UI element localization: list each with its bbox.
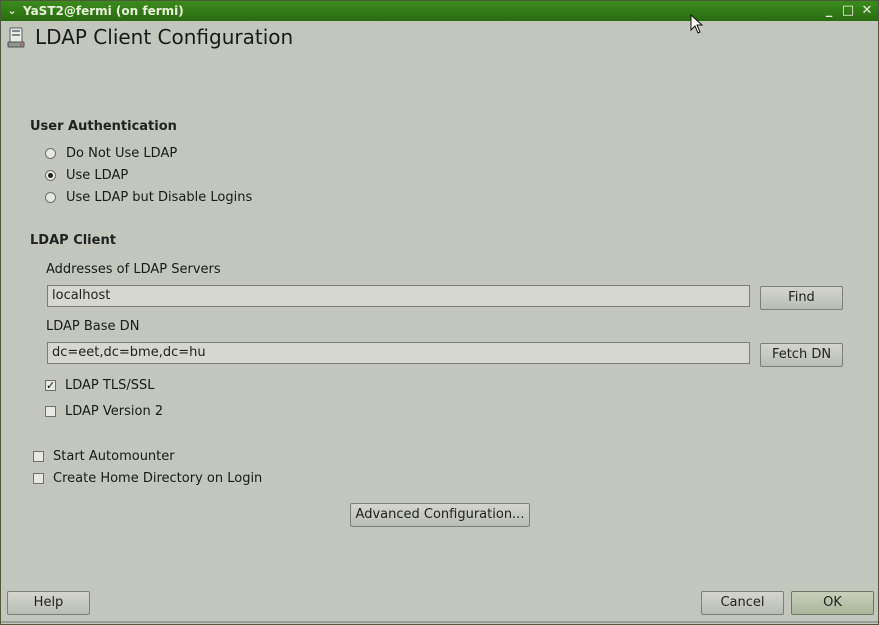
yast-window: ⌄ YaST2@fermi (on fermi) _ □ ✕ LDAP Clie… <box>0 0 879 625</box>
ldap-servers-label: Addresses of LDAP Servers <box>46 262 221 277</box>
maximize-icon[interactable]: □ <box>840 3 856 19</box>
radio-label: Use LDAP <box>66 168 129 183</box>
mouse-cursor-icon <box>690 14 704 34</box>
ldap-base-dn-label: LDAP Base DN <box>46 319 140 334</box>
user-authentication-heading: User Authentication <box>30 119 177 134</box>
window-menu-icon[interactable]: ⌄ <box>5 1 19 21</box>
checkbox-indicator[interactable] <box>45 406 56 417</box>
checkbox-label: Start Automounter <box>53 449 175 464</box>
help-button[interactable]: Help <box>7 591 90 615</box>
radio-indicator[interactable] <box>45 192 56 203</box>
close-icon[interactable]: ✕ <box>859 3 875 19</box>
checkbox-label: LDAP TLS/SSL <box>65 378 155 393</box>
minimize-icon[interactable]: _ <box>821 3 837 19</box>
radio-indicator[interactable] <box>45 170 56 181</box>
window-bottom-edge <box>1 621 878 623</box>
ldap-servers-input[interactable]: localhost <box>47 285 750 307</box>
cancel-button[interactable]: Cancel <box>701 591 784 615</box>
ldap-base-dn-input[interactable]: dc=eet,dc=bme,dc=hu <box>47 342 750 364</box>
radio-label: Do Not Use LDAP <box>66 146 178 161</box>
checkbox-label: LDAP Version 2 <box>65 404 164 419</box>
checkbox-label: Create Home Directory on Login <box>53 471 263 486</box>
ldap-client-icon <box>7 27 25 48</box>
ok-button[interactable]: OK <box>791 591 874 615</box>
checkbox-indicator[interactable] <box>33 473 44 484</box>
checkbox-indicator[interactable]: ✓ <box>45 380 56 391</box>
checkbox-indicator[interactable] <box>33 451 44 462</box>
ldap-client-heading: LDAP Client <box>30 233 116 248</box>
find-button[interactable]: Find <box>760 286 843 310</box>
advanced-configuration-button[interactable]: Advanced Configuration... <box>350 503 530 527</box>
title-bar[interactable]: ⌄ YaST2@fermi (on fermi) _ □ ✕ <box>1 1 878 21</box>
window-title: YaST2@fermi (on fermi) <box>23 4 184 18</box>
fetch-dn-button[interactable]: Fetch DN <box>760 343 843 367</box>
page-title: LDAP Client Configuration <box>35 25 294 49</box>
radio-indicator[interactable] <box>45 148 56 159</box>
radio-label: Use LDAP but Disable Logins <box>66 190 253 205</box>
